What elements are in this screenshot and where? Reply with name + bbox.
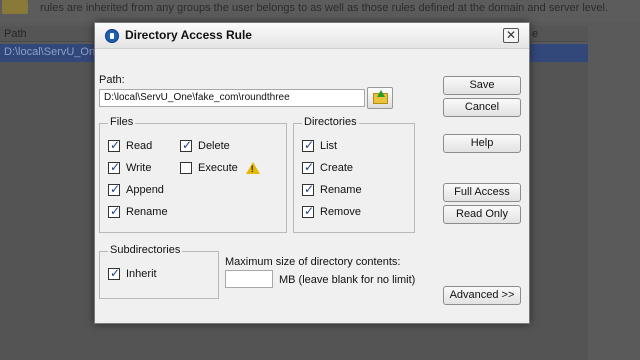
column-header-path[interactable]: Path xyxy=(4,28,27,40)
folder-icon xyxy=(2,0,28,14)
directories-group-title: Directories xyxy=(302,116,359,128)
checkbox-box[interactable] xyxy=(180,162,192,174)
mb-hint-label: MB (leave blank for no limit) xyxy=(279,274,416,286)
checkbox-box[interactable] xyxy=(108,204,120,218)
help-button[interactable]: Help xyxy=(443,134,521,153)
remove-label: Remove xyxy=(320,206,361,218)
dir-rename-label: Rename xyxy=(320,184,362,196)
create-label: Create xyxy=(320,162,354,174)
inheritance-message: rules are inherited from any groups the … xyxy=(40,2,609,14)
read-checkbox[interactable]: Read xyxy=(108,138,153,152)
execute-label: Execute xyxy=(198,162,238,174)
up-arrow-icon xyxy=(377,90,385,97)
dialog-title: Directory Access Rule xyxy=(125,28,252,42)
execute-checkbox[interactable]: Execute xyxy=(180,162,260,174)
inherit-checkbox[interactable]: Inherit xyxy=(108,266,157,280)
append-label: Append xyxy=(126,184,164,196)
read-only-button[interactable]: Read Only xyxy=(443,205,521,224)
table-row-path: D:\local\ServU_One\fake_com xyxy=(4,46,96,58)
subdirectories-group: Subdirectories Inherit xyxy=(99,244,219,299)
remove-checkbox[interactable]: Remove xyxy=(302,204,361,218)
checkbox-box[interactable] xyxy=(108,182,120,196)
subdirectories-group-title: Subdirectories xyxy=(108,244,183,256)
app-icon xyxy=(105,29,119,43)
create-checkbox[interactable]: Create xyxy=(302,160,354,174)
checkbox-box[interactable] xyxy=(108,160,120,174)
rename-checkbox[interactable]: Rename xyxy=(108,204,168,218)
delete-checkbox[interactable]: Delete xyxy=(180,138,230,152)
dir-rename-checkbox[interactable]: Rename xyxy=(302,182,362,196)
path-label: Path: xyxy=(99,74,125,86)
delete-label: Delete xyxy=(198,140,230,152)
full-access-button[interactable]: Full Access xyxy=(443,183,521,202)
files-group: Files Read Write Append Rename Delete Ex… xyxy=(99,116,287,233)
checkbox-box[interactable] xyxy=(302,160,314,174)
max-size-label: Maximum size of directory contents: xyxy=(225,256,401,268)
warning-icon xyxy=(245,162,260,174)
files-group-title: Files xyxy=(108,116,136,128)
browse-folder-button[interactable] xyxy=(367,87,393,109)
inherit-label: Inherit xyxy=(126,268,157,280)
directories-group: Directories List Create Rename Remove xyxy=(293,116,415,233)
checkbox-box[interactable] xyxy=(108,266,120,280)
checkbox-box[interactable] xyxy=(302,138,314,152)
append-checkbox[interactable]: Append xyxy=(108,182,164,196)
max-size-input[interactable] xyxy=(225,270,273,288)
checkbox-box[interactable] xyxy=(302,204,314,218)
checkbox-box[interactable] xyxy=(302,182,314,196)
cancel-button[interactable]: Cancel xyxy=(443,98,521,117)
background-right-panel xyxy=(588,26,640,360)
advanced-button[interactable]: Advanced >> xyxy=(443,286,521,305)
write-label: Write xyxy=(126,162,152,174)
save-button[interactable]: Save xyxy=(443,76,521,95)
rename-label: Rename xyxy=(126,206,168,218)
column-header-e[interactable]: e xyxy=(532,28,538,40)
checkbox-box[interactable] xyxy=(108,138,120,152)
list-label: List xyxy=(320,140,338,152)
directory-access-rule-dialog: Directory Access Rule ✕ Path: D:\local\S… xyxy=(94,22,530,324)
write-checkbox[interactable]: Write xyxy=(108,160,152,174)
checkbox-box[interactable] xyxy=(180,138,192,152)
read-label: Read xyxy=(126,140,153,152)
list-checkbox[interactable]: List xyxy=(302,138,338,152)
path-input[interactable]: D:\local\ServU_One\fake_com\roundthree xyxy=(99,89,365,107)
dialog-titlebar[interactable]: Directory Access Rule ✕ xyxy=(95,23,529,49)
close-button[interactable]: ✕ xyxy=(503,28,519,43)
